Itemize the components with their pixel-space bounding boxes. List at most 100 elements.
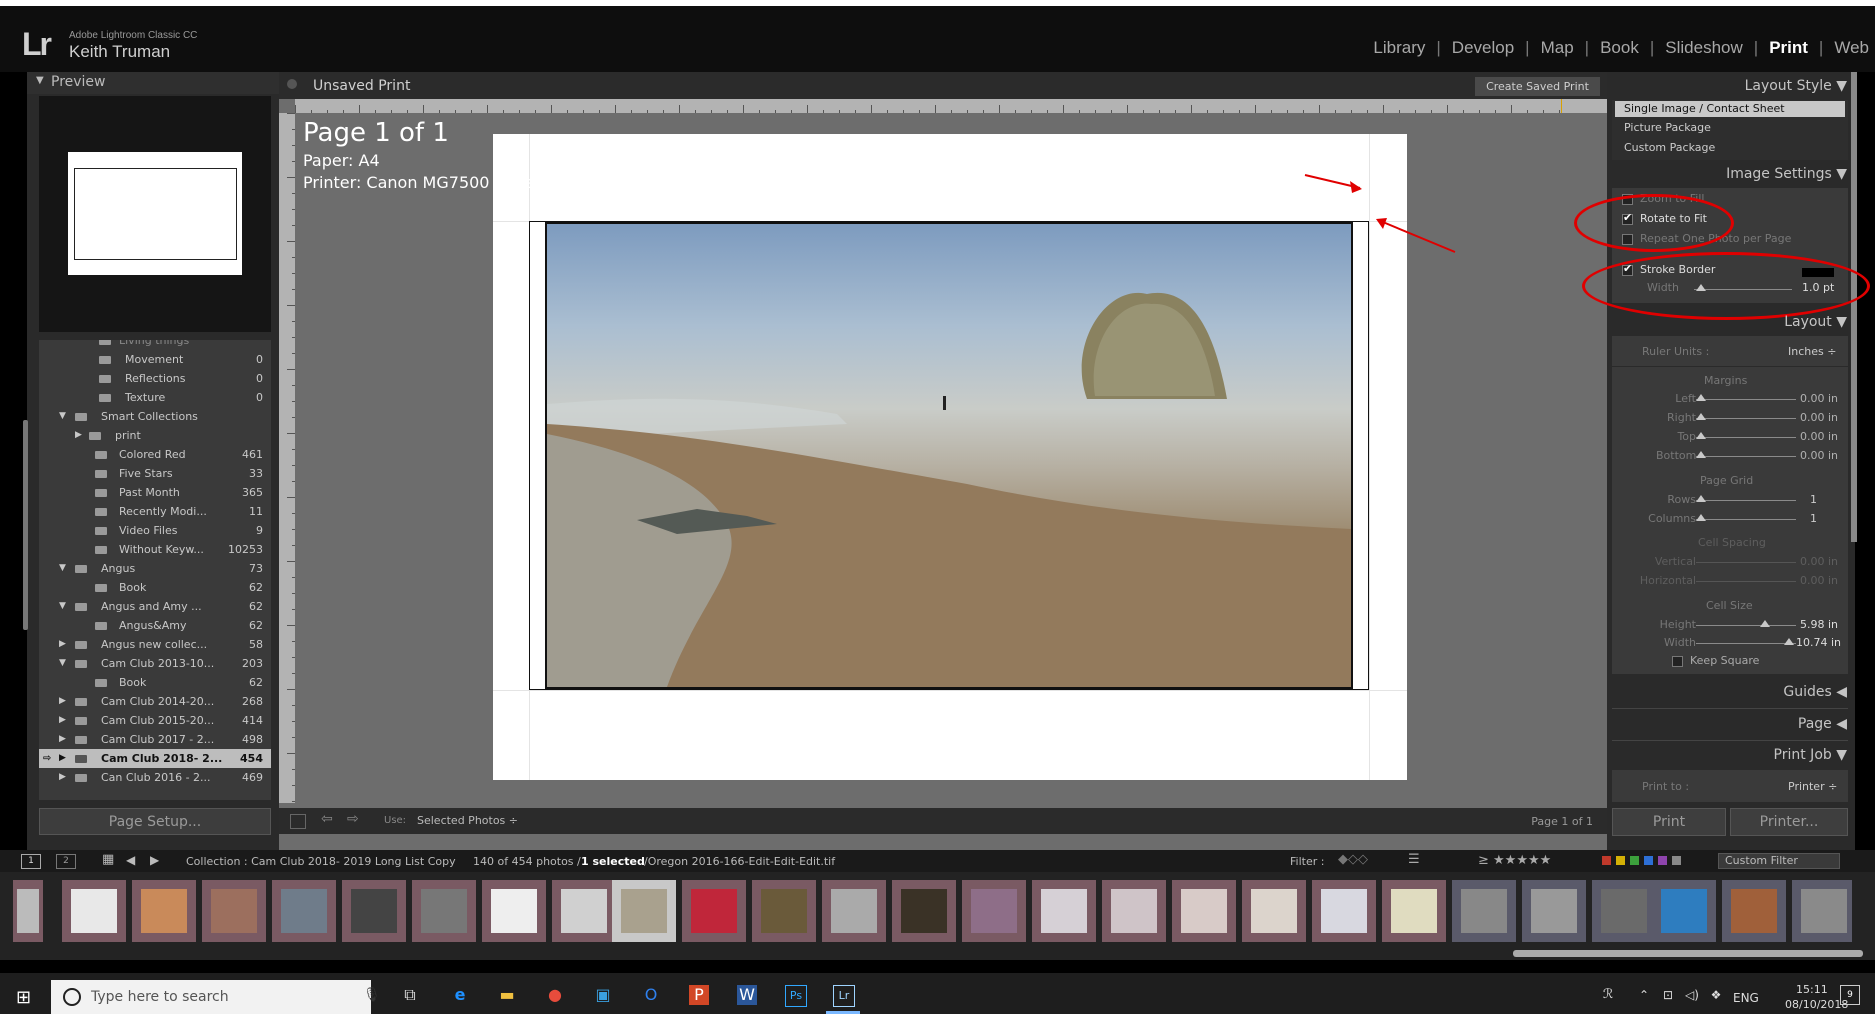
preview-panel-header[interactable]: ▼ Preview (27, 72, 279, 94)
microphone-icon[interactable]: 🎙 (363, 987, 381, 1003)
grid-view-icon[interactable]: ▦ (102, 852, 114, 867)
print-job-header[interactable]: Print Job ▼ (1607, 747, 1847, 763)
layout-option-single[interactable]: Single Image / Contact Sheet (1624, 102, 1785, 115)
collection-row[interactable]: Angus&Amy 62 (39, 616, 271, 635)
slider-knob-icon[interactable] (1784, 638, 1794, 645)
layout-option-picture-package[interactable]: Picture Package (1624, 121, 1711, 134)
filmstrip-scrollbar[interactable] (1513, 950, 1863, 957)
filmstrip-thumb[interactable] (62, 880, 126, 942)
module-book[interactable]: Book (1600, 38, 1639, 58)
filmstrip-thumb[interactable] (892, 880, 956, 942)
lightroom-taskbar-icon[interactable]: Lr (833, 985, 855, 1007)
filmstrip-thumb[interactable] (822, 880, 886, 942)
collection-row[interactable]: Living things (39, 340, 271, 350)
smart-collection-row[interactable]: Past Month 365 (39, 483, 271, 502)
filmstrip-thumb[interactable] (1312, 880, 1376, 942)
collection-row[interactable]: Reflections 0 (39, 369, 271, 388)
filmstrip-thumb[interactable] (132, 880, 196, 942)
smart-collection-row[interactable]: Without Keyw... 10253 (39, 540, 271, 559)
next-page-icon[interactable]: ⇨ (347, 811, 359, 827)
module-print[interactable]: Print (1769, 38, 1808, 58)
powerpoint-icon[interactable]: P (689, 985, 709, 1005)
collection-set-row[interactable]: ▼ Angus 73 (39, 559, 271, 578)
print-button[interactable]: Print (1612, 808, 1726, 836)
margin-top-slider[interactable] (1696, 437, 1796, 438)
yellow-label-filter-icon[interactable] (1616, 856, 1625, 865)
guides-header[interactable]: Guides ◀ (1607, 684, 1847, 700)
columns-slider[interactable] (1696, 519, 1796, 520)
filmstrip-thumb[interactable] (1452, 880, 1516, 942)
printer-button[interactable]: Printer... (1730, 808, 1848, 836)
cell-height-slider[interactable] (1696, 625, 1796, 626)
layout-header[interactable]: Layout ▼ (1607, 314, 1847, 330)
filmstrip-thumb[interactable] (1032, 880, 1096, 942)
taskbar-search[interactable]: Type here to search 🎙 (51, 980, 381, 1014)
smart-collection-row[interactable]: Video Files 9 (39, 521, 271, 540)
collection-row[interactable]: Texture 0 (39, 388, 271, 407)
margin-bottom-slider[interactable] (1696, 456, 1796, 457)
collection-set-row[interactable]: ▶ Can Club 2016 - 2... 469 (39, 768, 271, 787)
chrome-icon[interactable]: ● (545, 985, 565, 1005)
filmstrip-thumb[interactable] (1792, 880, 1852, 942)
filmstrip-thumb[interactable] (1722, 880, 1786, 942)
collection-row[interactable]: Book 62 (39, 578, 271, 597)
selected-filename[interactable]: /Oregon 2016-166-Edit-Edit-Edit.tif (644, 855, 835, 868)
store-icon[interactable]: ▣ (593, 985, 613, 1005)
vertical-spacing-slider[interactable] (1696, 562, 1796, 563)
tray-chevron-icon[interactable]: ⌃ (1634, 985, 1654, 1005)
module-develop[interactable]: Develop (1452, 38, 1514, 58)
previous-page-icon[interactable]: ⇦ (321, 811, 333, 827)
language-indicator[interactable]: ENG (1733, 991, 1759, 1005)
create-saved-print-button[interactable]: Create Saved Print (1475, 77, 1600, 96)
grid-toggle-icon[interactable] (290, 814, 306, 829)
file-explorer-icon[interactable]: ▬ (497, 985, 517, 1005)
filmstrip-thumb[interactable] (1242, 880, 1306, 942)
action-center-icon[interactable]: 9 (1840, 985, 1860, 1005)
filmstrip-thumb[interactable] (962, 880, 1026, 942)
collection-set-row[interactable]: ▶ Cam Club 2015-20... 414 (39, 711, 271, 730)
collection-set-row[interactable]: ▼ Cam Club 2013-10... 203 (39, 654, 271, 673)
dropbox-icon[interactable]: ❖ (1706, 985, 1726, 1005)
filmstrip-thumb[interactable] (1382, 880, 1446, 942)
collection-set-row[interactable]: ▶ Angus new collec... 58 (39, 635, 271, 654)
image-settings-header[interactable]: Image Settings ▼ (1607, 166, 1847, 182)
people-icon[interactable]: ℛ (1598, 985, 1618, 1005)
margin-right-slider[interactable] (1696, 418, 1796, 419)
slider-knob-icon[interactable] (1696, 432, 1706, 439)
network-icon[interactable]: ⊡ (1658, 985, 1678, 1005)
smart-collection-row[interactable]: Five Stars 33 (39, 464, 271, 483)
rows-slider[interactable] (1696, 500, 1796, 501)
slider-knob-icon[interactable] (1696, 495, 1706, 502)
collection-set-row[interactable]: ▶ Cam Club 2014-20... 268 (39, 692, 271, 711)
slider-knob-icon[interactable] (1696, 514, 1706, 521)
clock-time[interactable]: 15:11 (1796, 983, 1828, 996)
windows-start-icon[interactable]: ⊞ (16, 987, 31, 1008)
volume-icon[interactable]: ◁) (1682, 985, 1702, 1005)
collection-path[interactable]: Collection : Cam Club 2018- 2019 Long Li… (186, 855, 456, 868)
ruler-units-select[interactable]: Inches ÷ (1788, 345, 1836, 358)
clock-date[interactable]: 08/10/2018 (1785, 998, 1848, 1011)
rating-filter[interactable]: ≥ ★★★★★ (1478, 853, 1551, 868)
filter-options-icon[interactable]: ☰ (1408, 852, 1420, 867)
use-selector[interactable]: Selected Photos ÷ (417, 814, 518, 827)
filmstrip-thumb[interactable] (1102, 880, 1166, 942)
collection-set-row[interactable]: ▶ print (39, 426, 271, 445)
page-setup-button[interactable]: Page Setup... (39, 808, 271, 835)
print-to-select[interactable]: Printer ÷ (1788, 780, 1837, 793)
filmstrip-thumb[interactable] (342, 880, 406, 942)
custom-filter-select[interactable]: Custom Filter (1718, 853, 1840, 869)
collection-set-row[interactable]: ▶ Cam Club 2017 - 2... 498 (39, 730, 271, 749)
red-label-filter-icon[interactable] (1602, 856, 1611, 865)
module-map[interactable]: Map (1541, 38, 1574, 58)
secondary-window-icon[interactable]: 2 (56, 854, 76, 869)
back-arrow-icon[interactable]: ◀ (126, 853, 135, 867)
filmstrip-thumb[interactable] (552, 880, 616, 942)
green-label-filter-icon[interactable] (1630, 856, 1639, 865)
collection-set-row[interactable]: ▼ Angus and Amy ... 62 (39, 597, 271, 616)
slider-knob-icon[interactable] (1696, 394, 1706, 401)
filmstrip-thumb[interactable] (202, 880, 266, 942)
collection-row[interactable]: Book 62 (39, 673, 271, 692)
filmstrip-thumb[interactable] (1652, 880, 1716, 942)
forward-arrow-icon[interactable]: ▶ (150, 853, 159, 867)
other-label-filter-icon[interactable] (1672, 856, 1681, 865)
